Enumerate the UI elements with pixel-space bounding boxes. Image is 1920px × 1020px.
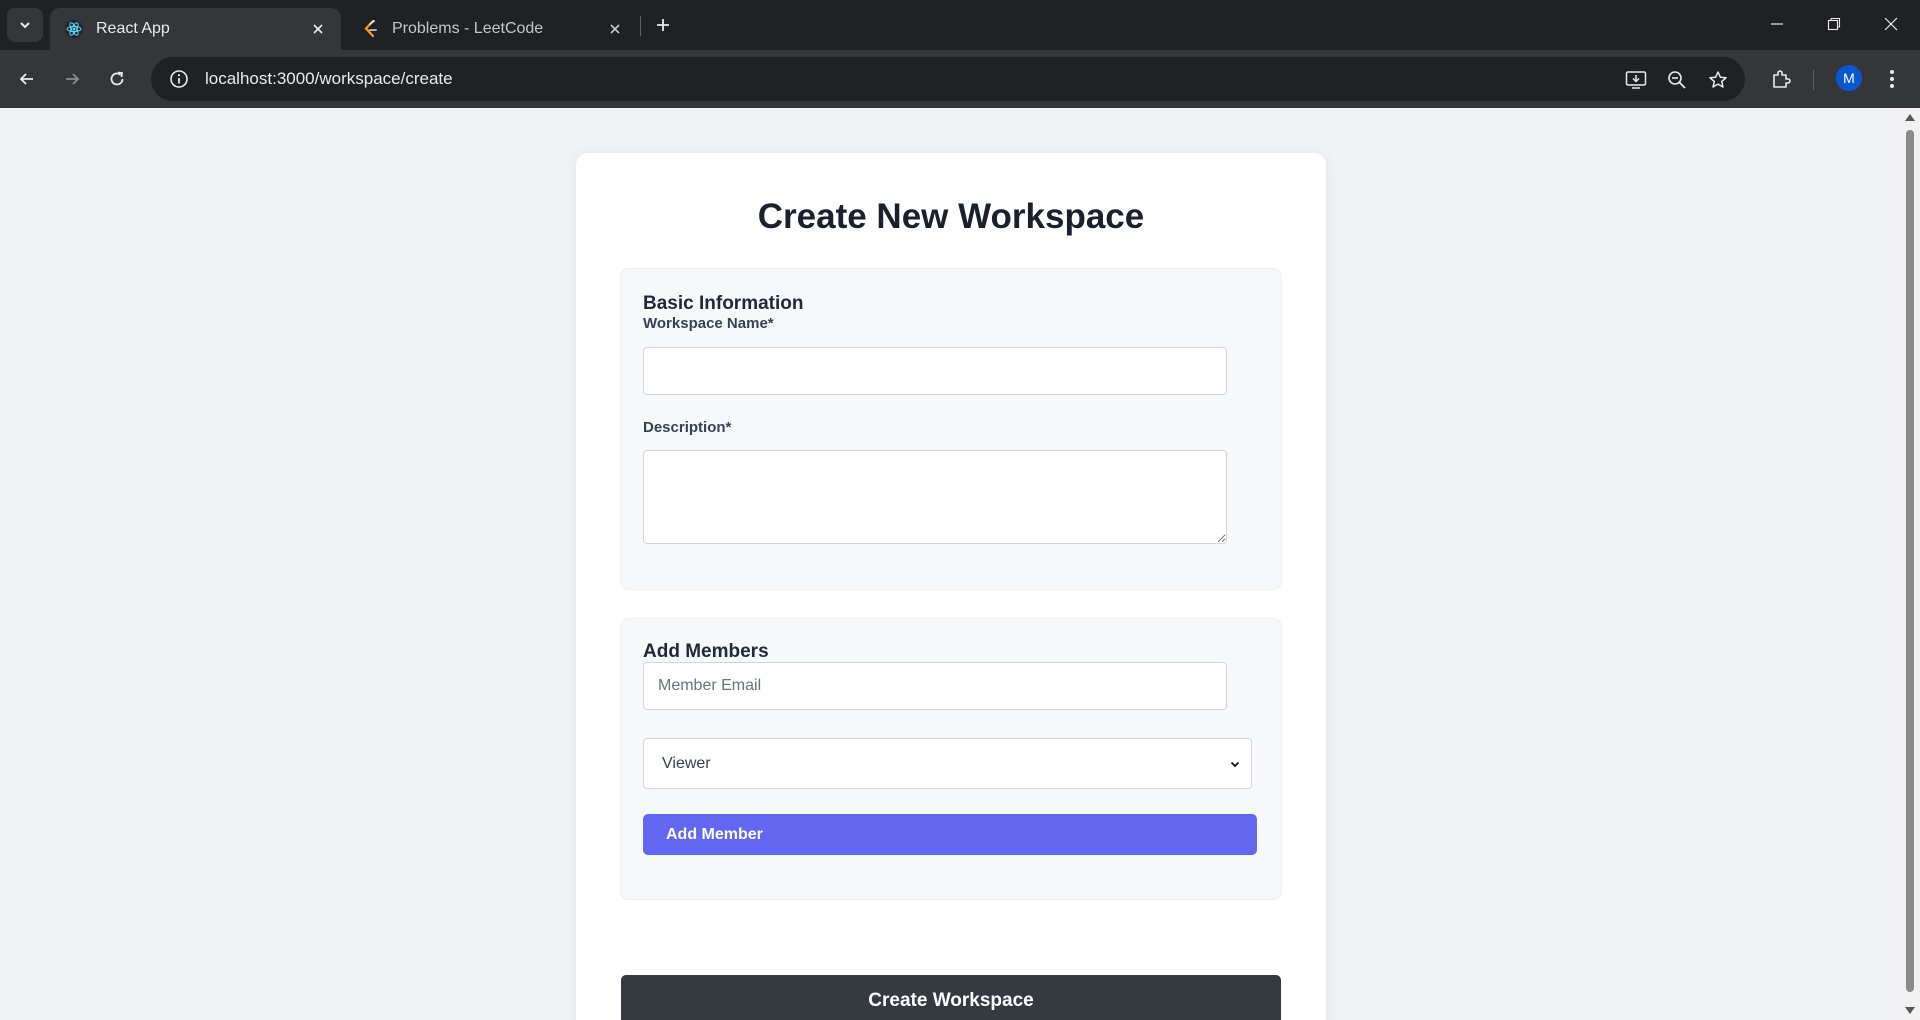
plus-icon bbox=[657, 19, 669, 31]
tab-title: React App bbox=[96, 20, 170, 37]
section-heading: Add Members bbox=[643, 641, 769, 662]
description-textarea[interactable] bbox=[643, 450, 1227, 544]
more-vert-icon bbox=[1890, 70, 1894, 88]
add-members-section: Add Members Viewer Add Member bbox=[621, 619, 1281, 899]
puzzle-icon bbox=[1773, 70, 1791, 88]
add-member-button[interactable]: Add Member bbox=[643, 814, 1257, 855]
scroll-thumb[interactable] bbox=[1906, 130, 1914, 992]
workspace-name-input[interactable] bbox=[643, 347, 1227, 395]
browser-toolbar: localhost:3000/workspace/create M bbox=[0, 50, 1920, 108]
create-workspace-button[interactable]: Create Workspace bbox=[621, 975, 1281, 1020]
address-bar[interactable]: localhost:3000/workspace/create bbox=[151, 57, 1745, 101]
reload-icon bbox=[110, 71, 124, 86]
tab-leetcode[interactable]: Problems - LeetCode bbox=[348, 8, 638, 50]
workspace-name-label: Workspace Name* bbox=[643, 315, 774, 332]
arrow-right-icon bbox=[66, 73, 80, 85]
zoom-icon[interactable] bbox=[1664, 67, 1690, 93]
tab-title: Problems - LeetCode bbox=[392, 20, 544, 37]
scroll-down-arrow-icon[interactable] bbox=[1905, 1007, 1915, 1014]
restore-button[interactable] bbox=[1816, 8, 1852, 40]
scroll-up-arrow-icon[interactable] bbox=[1905, 114, 1915, 121]
chevron-down-icon bbox=[20, 22, 30, 29]
reload-button[interactable] bbox=[101, 63, 133, 95]
page-viewport: Create New Workspace Basic Information W… bbox=[0, 108, 1900, 1020]
toolbar-divider bbox=[1813, 70, 1814, 90]
description-label: Description* bbox=[643, 419, 732, 436]
install-app-icon[interactable] bbox=[1623, 67, 1649, 93]
member-email-input[interactable] bbox=[643, 662, 1227, 710]
basic-information-section: Basic Information Workspace Name* Descri… bbox=[621, 269, 1281, 589]
close-tab-icon[interactable] bbox=[604, 18, 626, 40]
forward-button[interactable] bbox=[56, 63, 88, 95]
close-tab-icon[interactable] bbox=[307, 18, 329, 40]
profile-avatar[interactable]: M bbox=[1836, 65, 1862, 91]
bookmark-star-icon[interactable] bbox=[1705, 67, 1731, 93]
leetcode-icon bbox=[364, 19, 377, 38]
close-window-button[interactable] bbox=[1873, 8, 1909, 40]
page-title: Create New Workspace bbox=[757, 197, 1145, 236]
site-info-icon[interactable] bbox=[159, 69, 199, 89]
minimize-button[interactable] bbox=[1759, 8, 1795, 40]
url-text: localhost:3000/workspace/create bbox=[205, 69, 453, 88]
close-icon bbox=[1884, 17, 1898, 31]
new-tab-button[interactable] bbox=[650, 12, 676, 38]
tab-divider bbox=[640, 16, 641, 36]
restore-icon bbox=[1827, 17, 1841, 31]
role-select-value: Viewer bbox=[662, 754, 711, 772]
back-button[interactable] bbox=[11, 63, 43, 95]
extensions-button[interactable] bbox=[1765, 63, 1797, 95]
member-role-select[interactable]: Viewer bbox=[643, 738, 1252, 789]
tab-react-app[interactable]: React App bbox=[50, 8, 341, 50]
arrow-left-icon bbox=[19, 73, 33, 85]
react-icon bbox=[65, 20, 83, 38]
chevron-down-icon bbox=[1230, 761, 1240, 767]
tab-search-button[interactable] bbox=[7, 8, 43, 42]
browser-menu-button[interactable] bbox=[1876, 63, 1908, 95]
browser-tabstrip: React App Problems - LeetCode bbox=[0, 0, 1920, 50]
create-workspace-card: Create New Workspace Basic Information W… bbox=[576, 153, 1326, 1020]
section-heading: Basic Information bbox=[643, 293, 804, 314]
minimize-icon bbox=[1771, 23, 1783, 25]
page-scrollbar[interactable] bbox=[1900, 108, 1920, 1020]
